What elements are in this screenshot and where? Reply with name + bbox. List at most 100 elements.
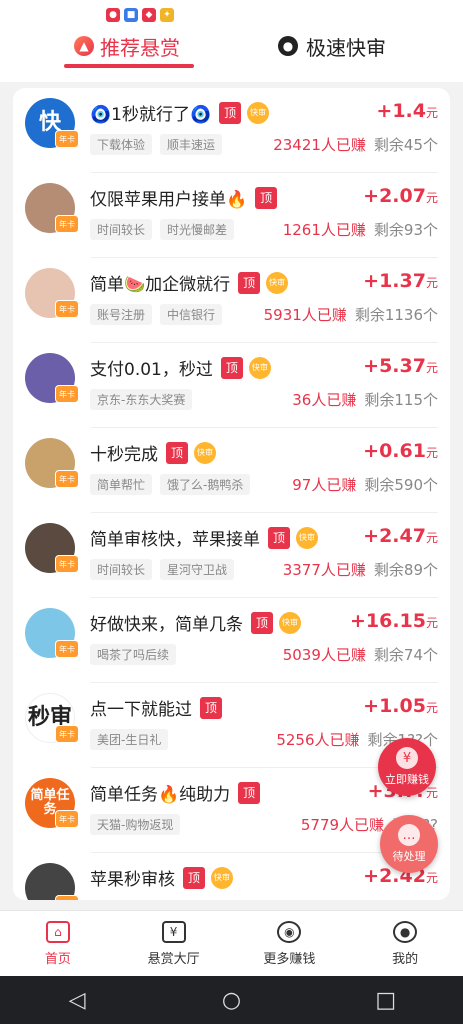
top-badge: 顶 (200, 696, 222, 719)
task-title: 好做快来，简单几条 (90, 615, 243, 635)
reward-unit: 元 (425, 871, 438, 885)
task-chip: 饿了么-鹅鸭杀 (160, 474, 251, 495)
nav-more-earn[interactable]: ◉ 更多赚钱 (232, 911, 348, 976)
task-row[interactable]: 年卡 好做快来，简单几条 顶 快审 +16.15元 喝茶了吗后续 5039人已赚… (13, 598, 450, 683)
reward-unit: 元 (425, 191, 438, 205)
top-badge: 顶 (183, 866, 205, 889)
nav-mine[interactable]: ● 我的 (347, 911, 463, 976)
yen-icon: ¥ (396, 747, 418, 769)
pending-button[interactable]: … 待处理 (380, 815, 438, 873)
reward-hall-icon: ¥ (161, 920, 186, 943)
tab-fast-review[interactable]: ● 极速快审 (278, 28, 386, 64)
nav-more-earn-label: 更多赚钱 (263, 951, 316, 967)
task-stats: 5039人已赚 剩余74个 (283, 644, 438, 665)
user-icon: ● (393, 920, 418, 943)
fast-review-badge: 快审 (247, 101, 270, 124)
task-chips: 美团-生日礼 (90, 729, 169, 750)
back-icon[interactable]: ◁ (62, 988, 92, 1013)
task-title-row: 简单审核快，苹果接单 顶 快审 (90, 525, 318, 550)
task-chip: 时光慢邮差 (160, 219, 235, 240)
crown-badge: 年卡 (55, 215, 79, 233)
top-badge: 顶 (238, 781, 261, 804)
top-badge: 顶 (251, 611, 273, 634)
remaining-count: 剩余45个 (373, 136, 438, 154)
reward-amount: +5.37 (363, 355, 426, 377)
task-title-row: 苹果秒审核 顶 快审 (90, 865, 233, 890)
task-title: 简单任务🔥纯助力 (90, 785, 231, 805)
fast-review-badge: 快审 (211, 866, 233, 889)
task-row[interactable]: 年卡 仅限苹果用户接单🔥 顶 +2.07元 时间较长 时光慢邮差 1261人已赚剩… (13, 173, 450, 258)
nav-reward-hall[interactable]: ¥ 悬赏大厅 (116, 911, 232, 976)
task-row[interactable]: 年卡 简单审核快，苹果接单 顶 快审 +2.47元 时间较长 星河守卫战 3377… (13, 513, 450, 598)
earn-now-button[interactable]: ¥ 立即赚钱 (378, 738, 436, 796)
task-reward: +16.15元 (350, 610, 438, 632)
tab-recommended[interactable]: ▲ 推荐悬赏 (74, 28, 180, 64)
earned-count: 23421人已赚 (273, 136, 366, 154)
top-tab-bar: ● ■ ◆ ✦ ▲ 推荐悬赏 ● 极速快审 (0, 0, 463, 82)
reward-unit: 元 (425, 361, 438, 375)
remaining-count: 剩余89个 (373, 561, 438, 579)
nav-reward-hall-label: 悬赏大厅 (147, 951, 200, 967)
earned-count: 5931人已赚 (263, 306, 347, 324)
earned-count: 5779人已赚 (300, 816, 385, 834)
home-circle-icon[interactable]: ○ (216, 988, 246, 1013)
app-badge-icon: ● (106, 8, 120, 22)
task-chips: 简单帮忙 饿了么-鹅鸭杀 (90, 474, 251, 495)
task-title-row: 支付0.01，秒过 顶 快审 (90, 355, 271, 380)
crown-badge: 年卡 (55, 725, 79, 743)
task-reward: +1.37元 (363, 270, 438, 292)
task-title: 🧿1秒就行了🧿 (90, 105, 212, 125)
task-reward: +2.07元 (363, 185, 438, 207)
earn-now-label: 立即赚钱 (385, 773, 429, 786)
task-chip: 账号注册 (90, 304, 153, 325)
task-title: 仅限苹果用户接单🔥 (90, 190, 248, 210)
task-chips: 时间较长 星河守卫战 (90, 559, 235, 580)
task-reward: +2.47元 (363, 525, 438, 547)
tab-recommended-label: 推荐悬赏 (100, 35, 180, 60)
task-row[interactable]: 年卡 支付0.01，秒过 顶 快审 +5.37元 京东-东东大奖赛 36人已赚剩… (13, 343, 450, 428)
task-row[interactable]: 年卡 十秒完成 顶 快审 +0.61元 简单帮忙 饿了么-鹅鸭杀 97人已赚 剩余5… (13, 428, 450, 513)
crown-badge: 年卡 (55, 130, 79, 148)
remaining-count: 剩余93个 (373, 221, 438, 239)
earned-count: 5039人已赚 (282, 646, 366, 664)
fast-review-badge: 快审 (266, 271, 289, 294)
remaining-count: 剩余74个 (373, 646, 438, 664)
recent-apps-icon[interactable]: □ (371, 988, 401, 1013)
task-stats (430, 899, 438, 900)
task-title-row: 🧿1秒就行了🧿 顶 快审 (90, 100, 270, 125)
task-chip: 天猫-购物返现 (90, 814, 181, 835)
top-badge: 顶 (220, 356, 243, 379)
task-row[interactable]: 快 年卡 🧿1秒就行了🧿 顶 快审 +1.4元 下载体验 顺丰速运 23421人已… (13, 88, 450, 173)
task-chips: 喝茶了吗后续 (90, 644, 177, 665)
task-chip: 顺丰速运 (160, 134, 223, 155)
crown-badge: 年卡 (55, 470, 79, 488)
crown-badge: 年卡 (55, 555, 79, 573)
reward-amount: +0.61 (363, 440, 426, 462)
pending-label: 待处理 (392, 850, 426, 863)
task-title-row: 十秒完成 顶 快审 (90, 440, 216, 465)
task-stats: 36人已赚 剩余115个 (292, 389, 438, 410)
reward-unit: 元 (425, 616, 438, 630)
task-stats: 23421人已赚 剩余45个 (273, 134, 438, 155)
mini-app-icons: ● ■ ◆ ✦ (106, 8, 174, 22)
task-title: 支付0.01，秒过 (90, 360, 213, 380)
active-tab-indicator (64, 64, 194, 68)
task-title-row: 好做快来，简单几条 顶 快审 (90, 610, 301, 635)
reward-amount: +2.07 (363, 185, 426, 207)
task-row[interactable]: 年卡 简单🍉加企微就行 顶 快审 +1.37元 账号注册 中信银行 5931人已赚… (13, 258, 450, 343)
home-icon: ⌂ (45, 920, 70, 943)
crown-badge: 年卡 (55, 385, 79, 403)
earned-count: 3377人已赚 (282, 561, 366, 579)
earned-count: 97人已赚 (292, 476, 357, 494)
fast-review-badge: 快审 (279, 611, 301, 634)
task-chips: 下载体验 顺丰速运 (90, 134, 223, 155)
reward-unit: 元 (425, 531, 438, 545)
task-chip: 简单帮忙 (90, 474, 153, 495)
task-chip: 下载体验 (90, 134, 153, 155)
nav-home[interactable]: ⌂ 首页 (0, 911, 116, 976)
task-stats: 1261人已赚 剩余93个 (283, 219, 438, 240)
task-stats: 97人已赚 剩余590个 (292, 474, 438, 495)
task-chip: 时间较长 (90, 559, 153, 580)
top-badge: 顶 (219, 101, 242, 124)
gamepad-icon: ◉ (277, 920, 302, 943)
